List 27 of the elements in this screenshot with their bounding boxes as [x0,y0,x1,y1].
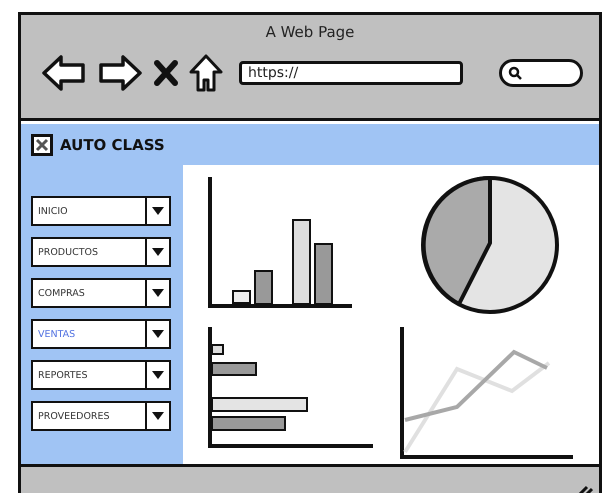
menu-dropdown[interactable]: INICIO [31,196,171,226]
caret-icon [152,412,164,420]
caret-icon [152,207,164,215]
close-icon[interactable] [31,134,53,156]
chart-bar [211,362,257,376]
caret-icon [152,330,164,338]
caret-icon [152,371,164,379]
back-arrow-icon[interactable] [41,53,87,93]
address-field[interactable]: https:// [239,61,463,85]
caret-icon [152,248,164,256]
menu-dropdown[interactable]: VENTAS [31,319,171,349]
app-title: AUTO CLASS [60,136,165,154]
menu-dropdown[interactable]: REPORTES [31,360,171,390]
caret-icon [152,289,164,297]
chart-bar [232,290,251,304]
chart-bar [211,344,224,355]
menu-dropdown[interactable]: PRODUCTOS [31,237,171,267]
search-icon [508,66,522,80]
menu-dropdown[interactable]: COMPRAS [31,278,171,308]
search-field[interactable] [499,59,583,87]
chart-bar [254,270,273,305]
close-icon[interactable] [153,59,179,87]
menu-dropdown[interactable]: PROVEEDORES [31,401,171,431]
forward-arrow-icon[interactable] [97,53,143,93]
chart-bar [314,243,333,305]
home-icon[interactable] [189,54,223,92]
window-title: A Web Page [266,23,354,41]
